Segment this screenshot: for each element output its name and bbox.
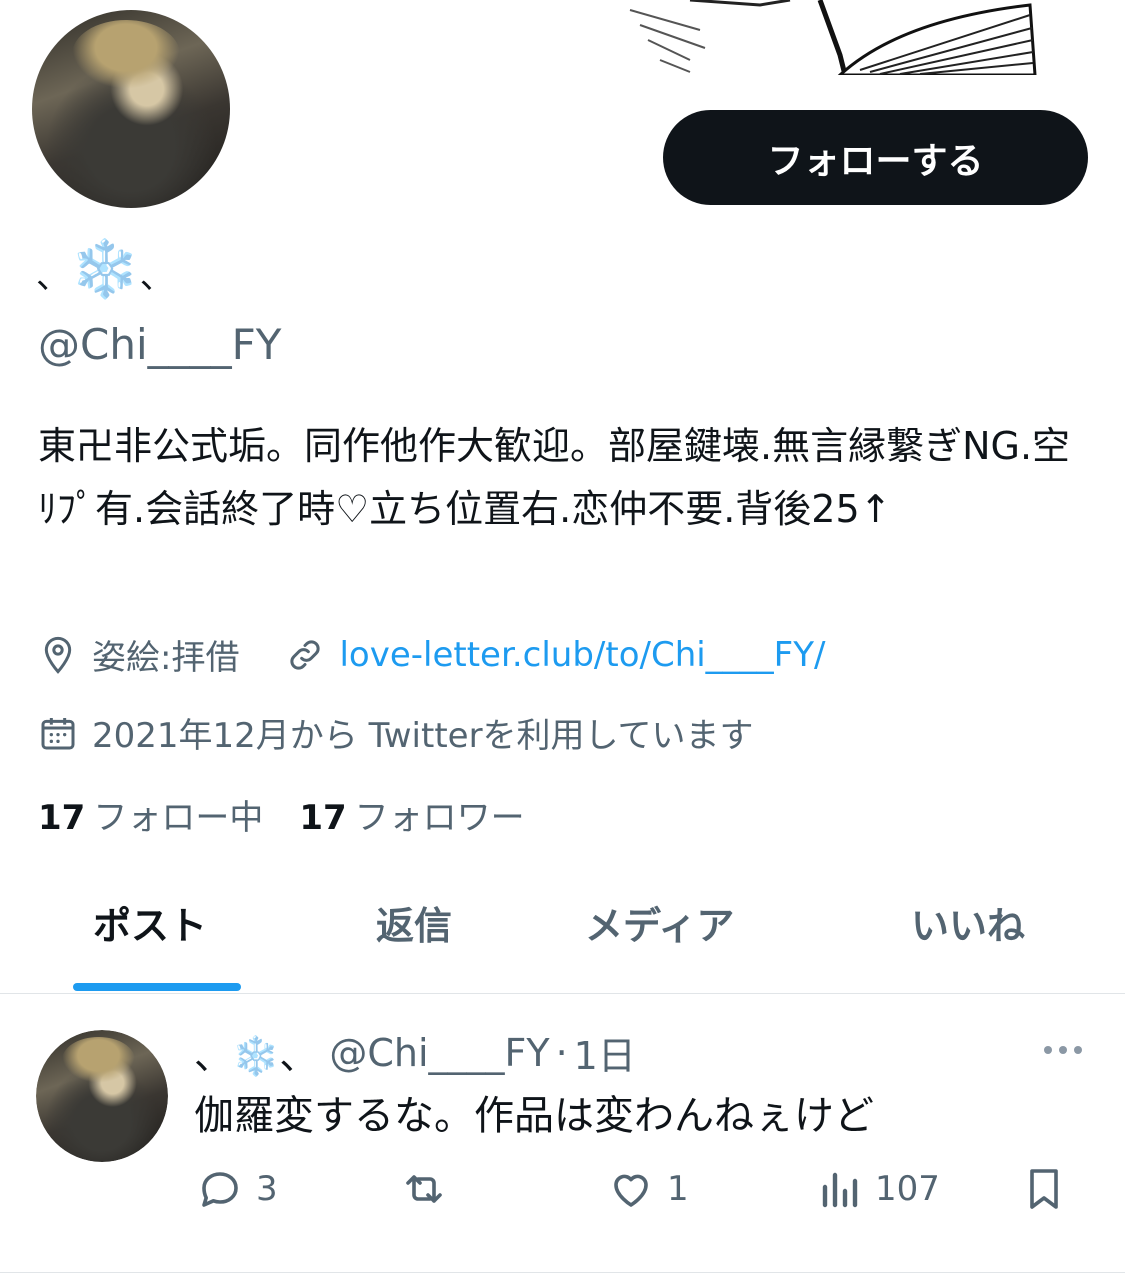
like-button[interactable]: 1 [607, 1165, 689, 1213]
tab-posts[interactable]: ポスト [93, 895, 207, 950]
followers-link[interactable]: 17 フォロワー [299, 790, 524, 839]
like-count: 1 [667, 1169, 689, 1209]
tabs-divider [0, 993, 1125, 994]
bookmark-icon [1030, 1169, 1058, 1209]
views-button[interactable]: 107 [815, 1165, 940, 1213]
tab-likes[interactable]: いいね [911, 895, 1025, 950]
tab-replies[interactable]: 返信 [376, 895, 452, 950]
profile-avatar-image [32, 10, 230, 208]
profile-meta-row: 姿絵:拝借 love-letter.club/to/Chi____FY/ [38, 630, 825, 679]
active-tab-indicator [73, 983, 241, 991]
post-separator: · [555, 1030, 568, 1075]
post-header: 、❄️、 @Chi____FY · 1日 [194, 1025, 636, 1080]
display-name: 、❄️、 [36, 235, 174, 312]
views-icon [822, 1172, 858, 1208]
reply-count: 3 [256, 1169, 278, 1209]
tab-media[interactable]: メディア [585, 895, 734, 950]
post-actions: 3 1 107 [0, 1165, 1125, 1215]
reply-icon [202, 1172, 238, 1207]
post-text: 伽羅変するな。作品は変わんねぇけど [194, 1093, 874, 1139]
display-name-suffix: 、 [139, 257, 174, 297]
following-label: フォロー中 [93, 798, 264, 838]
profile-avatar[interactable] [32, 10, 230, 208]
location-icon [44, 636, 72, 674]
link-icon [290, 639, 321, 670]
post-timestamp[interactable]: 1日 [574, 1025, 636, 1080]
profile-joined-date: 2021年12月から Twitterを利用しています [92, 716, 754, 756]
follow-button[interactable]: フォローする [663, 110, 1088, 205]
post-avatar-image [36, 1030, 168, 1162]
profile-bio: 東卍非公式垢。同作他作大歓迎。部屋鍵壊.無言縁繋ぎNG.空ﾘﾌﾟ有.会話終了時♡… [38, 424, 1071, 531]
following-count: 17 [38, 798, 86, 838]
more-icon[interactable] [1040, 1030, 1086, 1070]
profile-website-link[interactable]: love-letter.club/to/Chi____FY/ [339, 635, 825, 675]
bookmark-button[interactable] [1020, 1165, 1080, 1213]
followers-label: フォロワー [354, 798, 525, 838]
reply-button[interactable]: 3 [196, 1165, 278, 1213]
views-count: 107 [875, 1169, 940, 1209]
display-name-prefix: 、 [36, 257, 70, 297]
follow-counts: 17 フォロー中 17 フォロワー [38, 790, 525, 839]
post-divider [0, 1272, 1125, 1273]
profile-location: 姿絵:拝借 [92, 638, 240, 678]
profile-handle: @Chi____FY [38, 320, 282, 369]
following-link[interactable]: 17 フォロー中 [38, 790, 263, 839]
repost-button[interactable] [400, 1165, 460, 1213]
profile-tabs: ポスト 返信 メディア いいね [0, 895, 1125, 993]
display-name-emoji: ❄️ [70, 237, 140, 302]
calendar-icon [41, 717, 75, 749]
profile-joined-row: 2021年12月から Twitterを利用しています [38, 708, 754, 757]
like-icon [614, 1174, 648, 1207]
post-author-handle[interactable]: @Chi____FY [329, 1031, 549, 1075]
post-author-name[interactable]: 、❄️、 [194, 1025, 317, 1080]
repost-icon [406, 1175, 442, 1203]
post-avatar[interactable] [36, 1030, 168, 1162]
followers-count: 17 [299, 798, 347, 838]
